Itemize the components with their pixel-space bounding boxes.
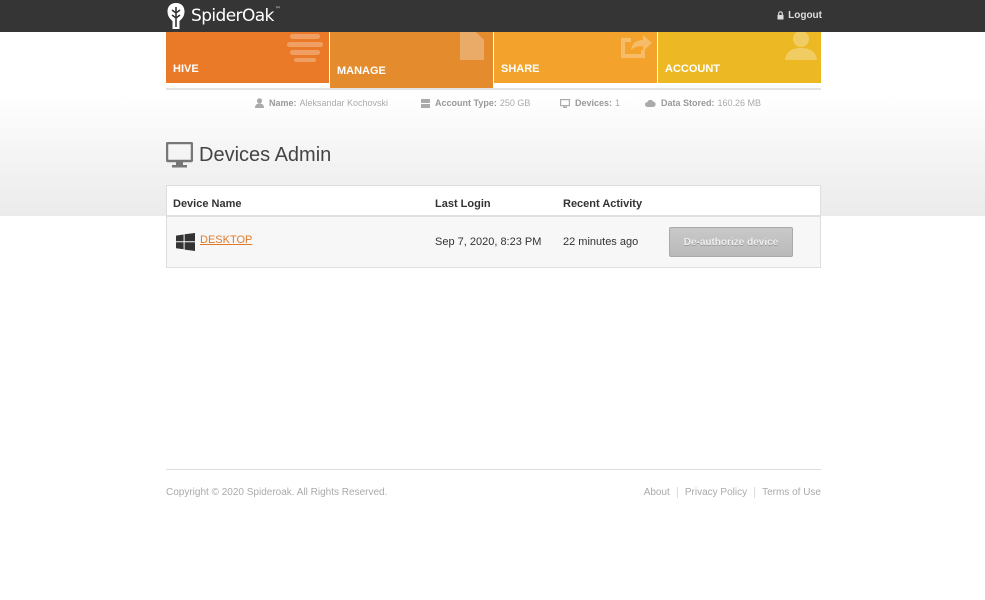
monitor-small-icon xyxy=(560,98,570,108)
page-title: Devices Admin xyxy=(199,143,332,166)
monitor-icon xyxy=(166,142,193,168)
footer-divider xyxy=(166,469,821,470)
tile-manage-label: MANAGE xyxy=(337,65,386,77)
stack-icon xyxy=(287,34,323,62)
logout-button[interactable]: Logout xyxy=(777,10,822,21)
last-login-cell: Sep 7, 2020, 8:23 PM xyxy=(435,236,542,248)
tile-share-label: SHARE xyxy=(501,63,540,75)
stat-devices-value: 1 xyxy=(615,98,621,108)
stat-devices: Devices: 1 xyxy=(560,97,620,109)
column-header-device-name: Device Name xyxy=(173,198,242,210)
table-header: Device Name Last Login Recent Activity xyxy=(167,186,820,217)
column-header-recent-activity: Recent Activity xyxy=(563,198,643,210)
page-heading: Devices Admin xyxy=(166,142,331,168)
tile-hive[interactable]: HIVE xyxy=(166,32,329,83)
stat-data-stored-value: 160.26 MB xyxy=(717,98,762,108)
brand-name: SpiderOak™ xyxy=(191,6,281,26)
logout-label: Logout xyxy=(788,10,822,21)
spideroak-logo[interactable]: SpiderOak™ xyxy=(166,2,281,30)
share-icon xyxy=(621,35,652,58)
footer-link-terms-of-use[interactable]: Terms of Use xyxy=(754,487,821,498)
stat-account-type-label: Account Type: xyxy=(435,98,497,108)
tile-account-label: ACCOUNT xyxy=(665,63,720,75)
deauthorize-device-button[interactable]: De-authorize device xyxy=(669,227,793,257)
tile-share[interactable]: SHARE xyxy=(494,32,657,83)
spideroak-logo-icon xyxy=(167,3,185,29)
tile-hive-label: HIVE xyxy=(173,63,199,75)
stat-name-value: Aleksandar Kochovski xyxy=(299,98,389,108)
windows-icon xyxy=(176,233,195,251)
cloud-icon xyxy=(645,99,656,107)
device-link[interactable]: DESKTOP xyxy=(200,234,252,246)
column-header-last-login: Last Login xyxy=(435,198,491,210)
main-nav-tiles: HIVE MANAGE SHARE ACCOUNT xyxy=(166,32,821,89)
stat-data-stored: Data Stored: 160.26 MB xyxy=(645,97,761,109)
document-icon xyxy=(460,32,484,60)
stat-account-type: Account Type: 250 GB xyxy=(421,97,530,109)
user-icon xyxy=(785,32,817,60)
table-row: DESKTOP Sep 7, 2020, 8:23 PM 22 minutes … xyxy=(167,217,820,267)
tile-manage[interactable]: MANAGE xyxy=(330,32,493,89)
footer-link-about[interactable]: About xyxy=(637,487,677,498)
stat-name-label: Name: xyxy=(269,98,297,108)
footer-links: About Privacy Policy Terms of Use xyxy=(637,487,821,498)
lock-icon xyxy=(777,11,784,20)
devices-table: Device Name Last Login Recent Activity D… xyxy=(166,185,821,268)
stat-data-stored-label: Data Stored: xyxy=(661,98,715,108)
footer-link-privacy-policy[interactable]: Privacy Policy xyxy=(676,487,754,498)
tile-account[interactable]: ACCOUNT xyxy=(658,32,821,83)
top-bar: SpiderOak™ Logout xyxy=(0,0,985,32)
person-icon xyxy=(255,98,264,108)
tiles-divider xyxy=(166,88,821,90)
stat-name: Name: Aleksandar Kochovski xyxy=(255,97,388,109)
device-name-cell: DESKTOP xyxy=(200,234,252,246)
stat-account-type-value: 250 GB xyxy=(499,98,531,108)
recent-activity-cell: 22 minutes ago xyxy=(563,236,639,248)
stat-devices-label: Devices: xyxy=(575,98,613,108)
copyright-text: Copyright © 2020 Spideroak. All Rights R… xyxy=(166,487,388,498)
storage-icon xyxy=(421,98,430,108)
